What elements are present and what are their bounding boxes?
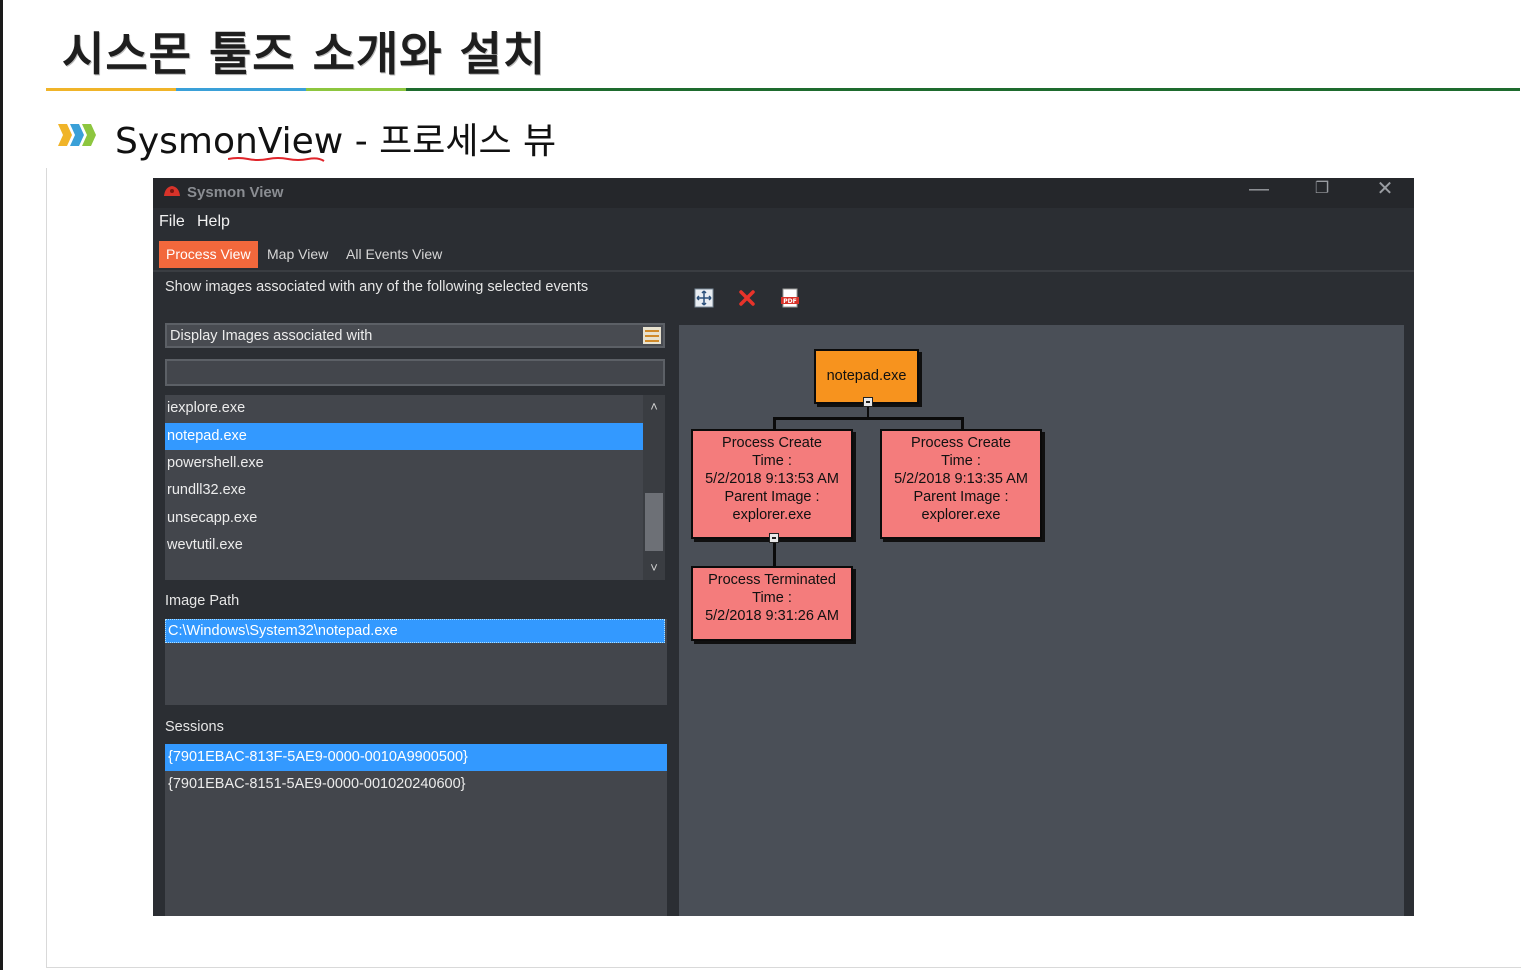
session-item[interactable]: {7901EBAC-8151-5AE9-0000-001020240600} bbox=[165, 771, 667, 798]
node-line: Time : bbox=[941, 453, 981, 469]
node-line: explorer.exe bbox=[921, 507, 1001, 523]
node-line: explorer.exe bbox=[732, 507, 812, 523]
list-item-rundll32[interactable]: rundll32.exe bbox=[165, 477, 643, 504]
menu-help[interactable]: Help bbox=[197, 213, 230, 231]
tab-process-view[interactable]: Process View bbox=[159, 241, 258, 268]
filter-panel: Show images associated with any of the f… bbox=[153, 272, 673, 916]
node-line: 5/2/2018 9:31:26 AM bbox=[705, 608, 839, 624]
menu-file[interactable]: File bbox=[159, 213, 185, 231]
fit-view-icon[interactable] bbox=[694, 288, 714, 308]
edge-line bbox=[961, 417, 964, 429]
combo-value: Display Images associated with bbox=[170, 328, 373, 344]
node-line: Process Create bbox=[722, 435, 822, 451]
clear-icon[interactable] bbox=[737, 288, 757, 308]
image-path-label: Image Path bbox=[165, 593, 240, 609]
slide-left-border bbox=[0, 0, 3, 970]
node-line: 5/2/2018 9:13:53 AM bbox=[705, 471, 839, 487]
scroll-up-icon[interactable]: ˄ bbox=[643, 399, 665, 419]
sysmon-app-icon bbox=[164, 186, 180, 196]
process-graph-canvas[interactable]: notepad.exe Process Create Time : 5/2/20… bbox=[679, 325, 1404, 916]
session-item[interactable]: {7901EBAC-813F-5AE9-0000-0010A9900500} bbox=[165, 744, 667, 771]
close-button[interactable]: ✕ bbox=[1362, 178, 1408, 204]
slide-frame-bottom bbox=[46, 967, 1521, 968]
sysmon-view-window: Sysmon View — ❐ ✕ File Help Process View… bbox=[153, 178, 1414, 916]
image-list-scrollbar[interactable]: ˄ ˅ bbox=[643, 395, 665, 580]
image-list[interactable]: iexplore.exe notepad.exe powershell.exe … bbox=[165, 395, 643, 580]
title-rule bbox=[46, 88, 1520, 91]
slide-frame bbox=[46, 168, 47, 968]
scroll-down-icon[interactable]: ˅ bbox=[643, 560, 665, 580]
tab-map-view[interactable]: Map View bbox=[260, 241, 335, 268]
list-menu-icon[interactable] bbox=[643, 327, 661, 344]
bullet-arrows-icon bbox=[58, 124, 96, 146]
edge-line bbox=[773, 417, 776, 429]
image-search-input[interactable] bbox=[165, 359, 665, 386]
event-filter-combo[interactable]: Display Images associated with bbox=[165, 323, 665, 348]
spellcheck-underline bbox=[228, 157, 325, 162]
node-line: Process Create bbox=[911, 435, 1011, 451]
list-item-powershell[interactable]: powershell.exe bbox=[165, 450, 643, 477]
node-line: Parent Image : bbox=[724, 489, 820, 505]
window-title: Sysmon View bbox=[187, 184, 284, 201]
node-line: Parent Image : bbox=[913, 489, 1009, 505]
list-item-notepad[interactable]: notepad.exe bbox=[165, 423, 643, 450]
process-graph-panel: PDF notepad.exe Process Create Time : 5/… bbox=[679, 272, 1414, 916]
minimize-button[interactable]: — bbox=[1236, 178, 1282, 204]
sessions-label: Sessions bbox=[165, 719, 224, 735]
list-item-wevtutil[interactable]: wevtutil.exe bbox=[165, 532, 643, 559]
tab-all-events-view[interactable]: All Events View bbox=[339, 241, 449, 268]
sessions-list[interactable]: {7901EBAC-813F-5AE9-0000-0010A9900500} {… bbox=[165, 744, 667, 916]
title-bar: Sysmon View — ❐ ✕ bbox=[153, 178, 1414, 208]
view-tabs: Process View Map View All Events View bbox=[153, 240, 1414, 272]
menu-bar: File Help bbox=[153, 208, 1414, 236]
slide-subtitle: SysmonView - 프로세스 뷰 bbox=[115, 121, 557, 162]
event-node-process-terminated[interactable]: Process Terminated Time : 5/2/2018 9:31:… bbox=[691, 566, 853, 641]
process-node-root[interactable]: notepad.exe bbox=[814, 349, 919, 404]
collapse-icon[interactable] bbox=[863, 397, 873, 407]
edge-line bbox=[773, 417, 963, 420]
node-line: Time : bbox=[752, 453, 792, 469]
event-node-process-create[interactable]: Process Create Time : 5/2/2018 9:13:53 A… bbox=[691, 429, 853, 539]
image-path-value[interactable]: C:\Windows\System32\notepad.exe bbox=[165, 619, 665, 643]
image-path-field[interactable]: C:\Windows\System32\notepad.exe bbox=[165, 619, 667, 705]
list-item-unsecapp[interactable]: unsecapp.exe bbox=[165, 505, 643, 532]
pdf-export-icon[interactable]: PDF bbox=[780, 288, 800, 308]
list-item-iexplore[interactable]: iexplore.exe bbox=[165, 395, 643, 422]
svg-text:PDF: PDF bbox=[783, 298, 796, 305]
instruction-text: Show images associated with any of the f… bbox=[165, 279, 589, 295]
scroll-thumb[interactable] bbox=[645, 493, 663, 551]
node-line: Process Terminated bbox=[708, 572, 836, 588]
event-node-process-create[interactable]: Process Create Time : 5/2/2018 9:13:35 A… bbox=[880, 429, 1042, 539]
collapse-icon[interactable] bbox=[769, 533, 779, 543]
restore-button[interactable]: ❐ bbox=[1299, 178, 1345, 204]
slide-title: 시스몬 툴즈 소개와 설치 bbox=[62, 27, 547, 81]
node-line: Time : bbox=[752, 590, 792, 606]
node-line: 5/2/2018 9:13:35 AM bbox=[894, 471, 1028, 487]
